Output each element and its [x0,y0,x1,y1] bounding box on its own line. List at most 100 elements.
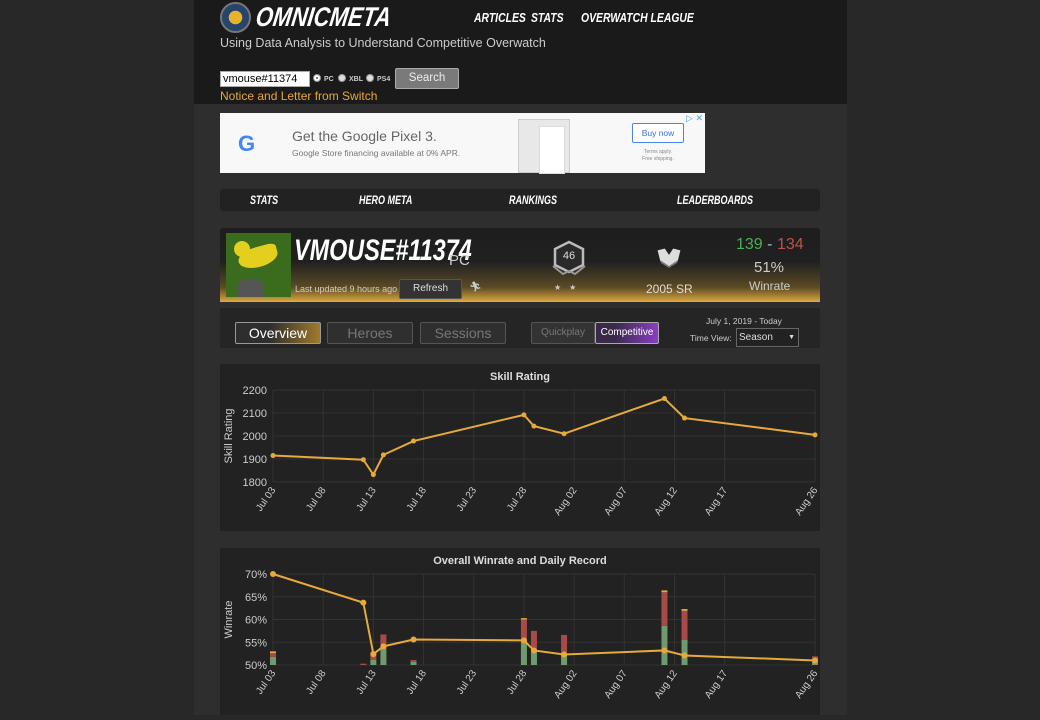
ad-terms-line: Terms apply. [644,149,672,155]
nav-stats[interactable]: STATS [531,10,564,25]
y-axis-label: Skill Rating [223,408,235,463]
notice-link[interactable]: Notice and Letter from Switch [220,89,377,103]
tab-heroes[interactable]: Heroes [327,322,413,344]
y-tick-label: 2100 [243,408,267,420]
date-range: July 1, 2019 - Today [706,316,782,326]
tagline: Using Data Analysis to Understand Compet… [220,36,546,50]
sr-data-point [360,457,366,463]
x-tick-label: Jul 18 [405,668,430,697]
radio-pc[interactable] [313,74,321,82]
ad-close-icon[interactable]: ▷ ✕ [686,113,703,124]
tab-overview[interactable]: Overview [235,322,321,344]
draw-bar [520,618,527,620]
ad-terms: Terms apply. Free shipping. [632,149,684,163]
winrate-percent: 51% [754,259,785,276]
sr-data-point [531,423,537,429]
sr-data-point [370,472,376,478]
site-header: OMNICMETA ARTICLES STATS OVERWATCH LEAGU… [194,0,847,104]
x-tick-label: Aug 07 [603,485,630,518]
x-tick-label: Aug 17 [703,668,730,701]
loss-bar [360,663,367,665]
x-tick-label: Aug 02 [552,668,579,701]
sr-data-point [380,452,386,458]
brand-name[interactable]: OMNICMETA [254,2,393,33]
win-bar [410,661,417,665]
y-tick-label: 2200 [243,385,267,397]
mode-competitive[interactable]: Competitive [595,322,659,344]
winrate-data-point [380,643,387,650]
x-tick-label: Jul 08 [304,668,329,697]
winrate-series-line [272,573,816,662]
y-tick-label: 1800 [243,477,267,489]
tab-sessions[interactable]: Sessions [420,322,506,344]
x-tick-label: Jul 23 [455,485,480,514]
time-view-selected: Season [739,332,773,343]
x-tick-label: Aug 12 [653,668,680,701]
subnav-hero-meta[interactable]: HERO META [359,193,412,207]
y-tick-label: 65% [245,592,267,604]
x-tick-label: Jul 13 [355,485,380,514]
player-platform: PC [449,252,470,269]
win-bar [520,641,527,665]
wins-count: 139 [736,236,763,253]
search-button[interactable]: Search [395,68,459,89]
ad-banner[interactable]: G Get the Google Pixel 3. Google Store f… [220,113,705,174]
x-tick-label: Aug 17 [703,485,730,518]
x-tick-label: Aug 12 [653,485,680,518]
avatar [226,233,291,297]
avatar-rock [238,279,264,297]
winrate-data-point [270,571,276,577]
x-tick-label: Jul 23 [455,668,480,697]
win-bar [270,656,276,665]
x-tick-label: Jul 28 [505,485,530,514]
draw-bar [681,609,688,611]
win-bar [370,659,377,665]
winrate-label: Winrate [749,279,791,293]
skill-rating-chart-panel: Skill Rating Skill Rating 2200 2100 2000 1900… [220,364,821,531]
mode-quickplay[interactable]: Quickplay [531,322,595,344]
radio-xbl-label: XBL [349,76,363,83]
battletag-search-input[interactable] [220,71,310,87]
winrate-data-point [661,647,668,654]
win-loss-record: 139 - 134 [736,236,804,254]
subnav-stats[interactable]: STATS [250,193,278,207]
y-tick-label: 60% [245,615,267,627]
nav-overwatch-league[interactable]: OVERWATCH LEAGUE [581,10,694,25]
x-tick-label: Aug 02 [552,485,579,518]
refresh-button[interactable]: Refresh [399,279,462,299]
player-name: VMOUSE#11374 [294,234,472,267]
x-tick-label: Jul 08 [304,485,329,514]
x-tick-label: Jul 28 [505,668,530,697]
x-tick-label: Aug 07 [603,668,630,701]
loading-runner-icon: 🏃︎ [469,282,482,293]
subnav-rankings[interactable]: RANKINGS [509,193,557,207]
time-view-select[interactable]: Season ▼ [736,328,799,347]
winrate-data-point [410,636,417,643]
ad-buy-now-button[interactable]: Buy now [632,123,684,143]
sr-series-line [272,397,816,477]
y-tick-label: 1900 [243,454,267,466]
x-tick-label: Jul 18 [405,485,430,514]
winrate-data-point [360,599,367,606]
subnav-leaderboards[interactable]: LEADERBOARDS [677,193,753,207]
omnicmeta-logo-icon[interactable] [220,2,251,33]
y-tick-label: 55% [245,637,267,649]
phone-image [518,119,570,174]
nav-articles[interactable]: ARTICLES [474,10,526,25]
radio-xbl[interactable] [338,74,346,82]
winrate-data-point [530,647,537,654]
radio-ps4[interactable] [366,74,374,82]
sr-data-point [661,396,667,402]
y-axis-label: Winrate [223,601,235,639]
x-tick-label: Aug 26 [793,668,820,701]
player-level: 46 [562,250,576,262]
chevron-down-icon: ▼ [788,334,795,341]
winrate-chart: Overall Winrate and Daily Record Winrate 7… [223,555,821,701]
radio-ps4-label: PS4 [377,76,391,83]
sr-data-point [561,431,567,437]
y-tick-label: 50% [245,660,267,672]
winrate-data-point [561,651,568,658]
sr-data-point [411,438,417,444]
x-tick-label: Jul 03 [254,485,279,514]
time-view-label: Time View: [690,333,732,343]
